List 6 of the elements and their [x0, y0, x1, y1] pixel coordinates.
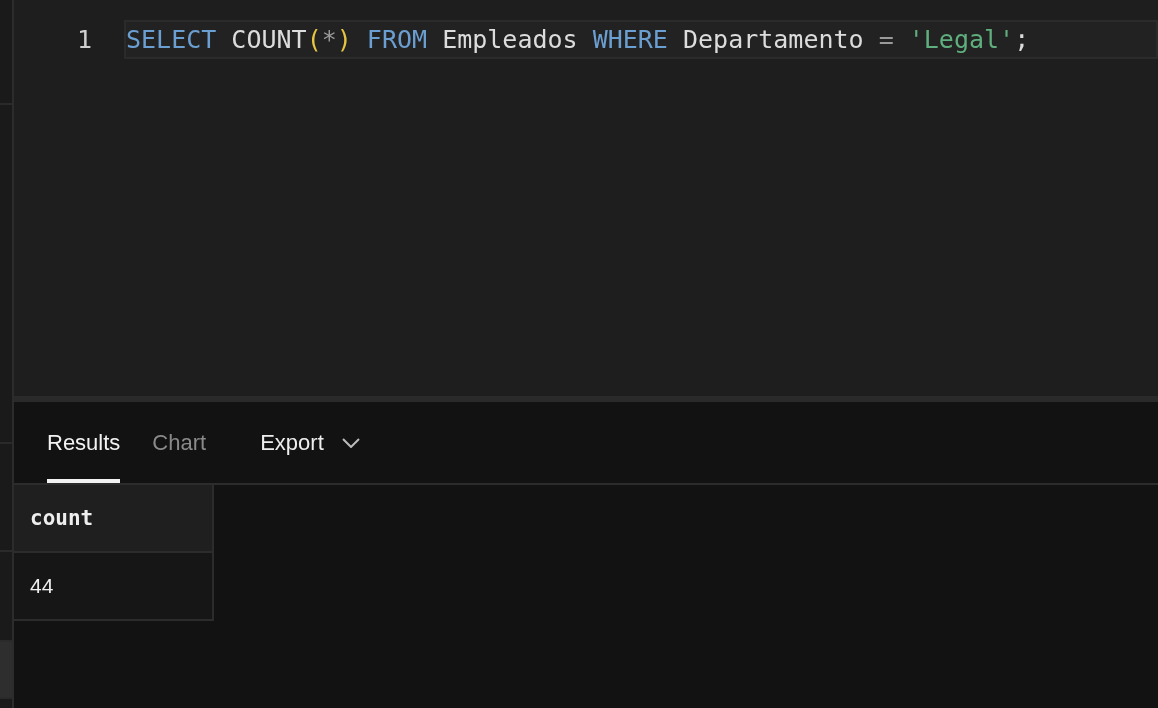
column-header: count — [14, 485, 213, 552]
tab[interactable]: Chart — [152, 402, 207, 483]
export-button[interactable]: Export — [260, 402, 360, 483]
caret-icon — [341, 437, 360, 448]
table-cell: 44 — [14, 552, 213, 620]
line-number: 1 — [75, 25, 93, 54]
